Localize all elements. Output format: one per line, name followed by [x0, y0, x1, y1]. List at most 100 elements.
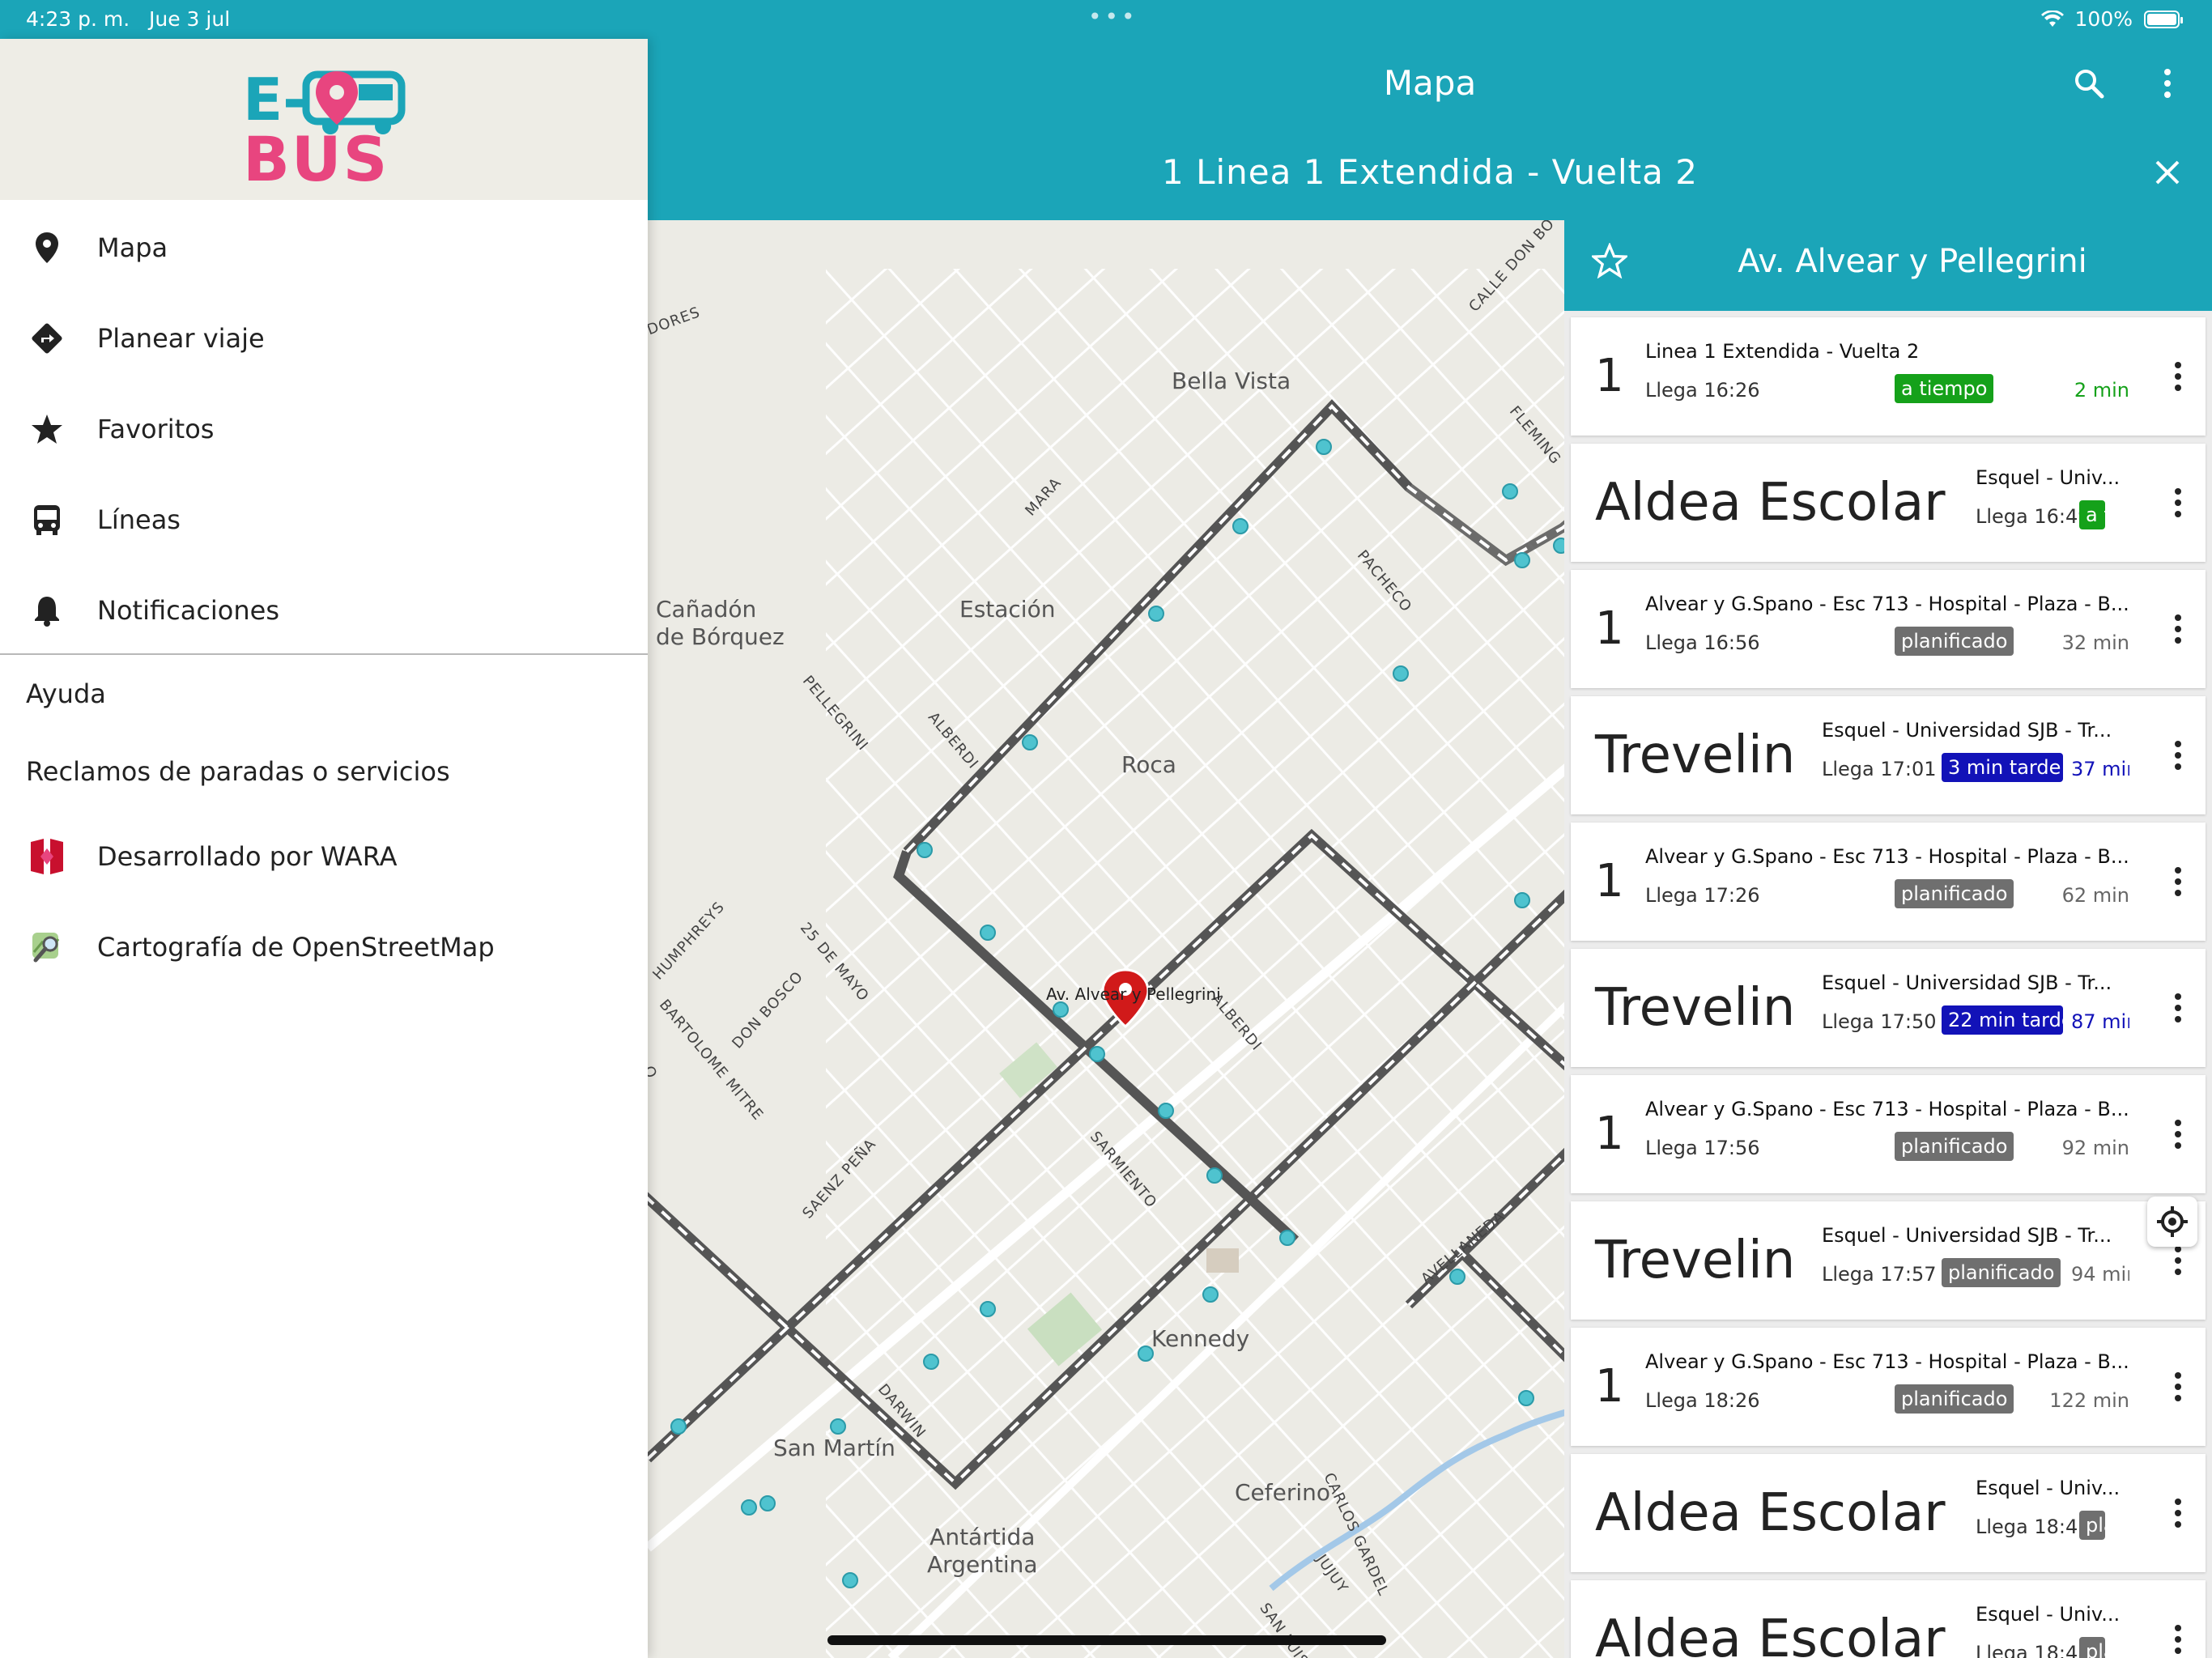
drawer-item-reclamos[interactable]: Reclamos de paradas o servicios: [26, 756, 450, 787]
minutes-until-arrival: 92 min: [2061, 1137, 2129, 1159]
drawer-item-notificaciones[interactable]: Notificaciones: [0, 570, 648, 651]
crosshair-icon: [2157, 1206, 2188, 1237]
status-badge: planificado: [1895, 1132, 2014, 1161]
route-destination: Alvear y G.Spano - Esc 713 - Hospital - …: [1645, 593, 2129, 615]
drawer-item-favoritos[interactable]: Favoritos: [0, 389, 648, 470]
my-location-button[interactable]: [2147, 1197, 2197, 1247]
minutes-until-arrival: 87 min: [2071, 1010, 2129, 1033]
status-bar: 4:23 p. m. Jue 3 jul ••• 100%: [0, 0, 2212, 39]
line-name: Trevelin: [1595, 725, 1796, 785]
drawer-item-label: Planear viaje: [97, 323, 265, 354]
star-icon: [26, 408, 68, 450]
home-indicator[interactable]: [827, 1635, 1386, 1645]
status-badge: planificado: [2079, 1637, 2105, 1658]
close-route-button[interactable]: [2139, 144, 2196, 201]
arrival-card[interactable]: Aldea Escolar Esquel - Univ... Llega 18:48…: [1571, 1580, 2206, 1658]
selected-stop-label: Av. Alvear y Pellegrini: [1046, 984, 1221, 1004]
drawer-item-wara[interactable]: Desarrollado por WARA: [0, 816, 648, 897]
drawer-item-label: Favoritos: [97, 414, 215, 444]
arrival-card[interactable]: 1 Linea 1 Extendida - Vuelta 2 Llega 16:26…: [1571, 317, 2206, 436]
status-badge: planificado: [1895, 1384, 2014, 1414]
arrival-card[interactable]: Aldea Escolar Esquel - Univ... Llega 18:47…: [1571, 1454, 2206, 1572]
search-icon: [2075, 70, 2104, 99]
map-label-area: Kennedy: [1151, 1325, 1250, 1352]
stop-name: Av. Alvear y Pellegrini: [1738, 243, 2087, 280]
arrival-card[interactable]: 1 Alvear y G.Spano - Esc 713 - Hospital -…: [1571, 1328, 2206, 1446]
more-vertical-icon[interactable]: [2162, 735, 2194, 776]
map-pin-icon: [26, 227, 68, 269]
more-vertical-icon[interactable]: [2162, 861, 2194, 902]
arrival-time: Llega 18:26: [1645, 1389, 1760, 1412]
directions-icon: [26, 317, 68, 359]
line-name: Aldea Escolar: [1595, 1609, 1946, 1658]
map-label-area: Antártida Argentina: [927, 1524, 1038, 1578]
bus-icon: [26, 499, 68, 541]
arrival-time: Llega 18:47: [1976, 1516, 2091, 1538]
drawer-item-label: Desarrollado por WARA: [97, 841, 398, 872]
arrival-card[interactable]: 1 Alvear y G.Spano - Esc 713 - Hospital -…: [1571, 570, 2206, 688]
minutes-until-arrival: 62 min: [2061, 884, 2129, 907]
drawer-item-lineas[interactable]: Líneas: [0, 479, 648, 560]
drawer-item-mapa[interactable]: Mapa: [0, 207, 648, 288]
map-label-area: Roca: [1121, 751, 1176, 778]
battery-icon: [2144, 10, 2183, 28]
svg-text:BUS: BUS: [243, 123, 389, 185]
status-badge: a tiempo: [2079, 500, 2105, 529]
arrival-time: Llega 16:26: [1645, 379, 1760, 402]
status-badge: planificado: [1942, 1258, 2061, 1287]
arrival-card[interactable]: 1 Alvear y G.Spano - Esc 713 - Hospital -…: [1571, 823, 2206, 941]
status-badge: 3 min tarde: [1942, 753, 2063, 782]
route-destination: Esquel - Universidad SJB - Tr...: [1822, 1224, 2112, 1247]
more-vertical-icon[interactable]: [2162, 1367, 2194, 1407]
arrival-card[interactable]: Aldea Escolar Esquel - Univ... Llega 16:49…: [1571, 444, 2206, 562]
drawer-item-label: Notificaciones: [97, 595, 280, 626]
arrival-time: Llega 18:48: [1976, 1642, 2091, 1658]
route-destination: Esquel - Universidad SJB - Tr...: [1822, 719, 2112, 742]
drawer-item-label: Cartografía de OpenStreetMap: [97, 932, 495, 963]
arrival-time: Llega 17:01: [1822, 758, 1937, 780]
arrival-time: Llega 17:57: [1822, 1263, 1937, 1286]
drawer-item-label: Mapa: [97, 232, 168, 263]
drawer-item-ayuda[interactable]: Ayuda: [26, 678, 106, 709]
line-name: 1: [1595, 1360, 1624, 1413]
line-name: Trevelin: [1595, 978, 1796, 1038]
route-destination: Esquel - Univ...: [1976, 466, 2121, 489]
more-vertical-icon[interactable]: [2162, 988, 2194, 1028]
navigation-drawer: E- BUS Mapa Planear viaje Favoritos Líne…: [0, 39, 648, 1658]
arrival-card[interactable]: Trevelin Esquel - Universidad SJB - Tr...…: [1571, 1201, 2206, 1320]
drawer-item-osm[interactable]: Cartografía de OpenStreetMap: [0, 907, 648, 988]
more-vertical-icon[interactable]: [2162, 483, 2194, 523]
arrival-time: Llega 17:50: [1822, 1010, 1937, 1033]
wifi-icon: [2040, 10, 2064, 27]
map-label-area: Bella Vista: [1172, 368, 1291, 394]
status-badge: 22 min tarde: [1942, 1005, 2063, 1035]
route-destination: Esquel - Univ...: [1976, 1477, 2121, 1499]
more-vertical-icon[interactable]: [2162, 1114, 2194, 1154]
route-destination: Alvear y G.Spano - Esc 713 - Hospital - …: [1645, 1098, 2129, 1120]
more-vertical-icon[interactable]: [2162, 609, 2194, 649]
overflow-menu-button[interactable]: [2139, 55, 2196, 112]
map-label-area: Ceferino: [1235, 1479, 1331, 1506]
minutes-until-arrival: 94 min: [2071, 1263, 2129, 1286]
minutes-until-arrival: 122 min: [2049, 1389, 2129, 1412]
status-badge: planificado: [2079, 1511, 2105, 1540]
line-name: 1: [1595, 855, 1624, 908]
search-button[interactable]: [2061, 55, 2117, 112]
more-vertical-icon[interactable]: [2162, 1493, 2194, 1533]
wara-logo-icon: [26, 835, 68, 878]
drawer-divider: [0, 653, 648, 655]
more-vertical-icon[interactable]: [2162, 1619, 2194, 1658]
more-vertical-icon: [2164, 69, 2171, 98]
arrival-card[interactable]: Trevelin Esquel - Universidad SJB - Tr...…: [1571, 696, 2206, 814]
multitask-dots-icon[interactable]: •••: [1088, 3, 1138, 30]
arrival-card[interactable]: Trevelin Esquel - Universidad SJB - Tr...…: [1571, 949, 2206, 1067]
arrival-card[interactable]: 1 Alvear y G.Spano - Esc 713 - Hospital -…: [1571, 1075, 2206, 1193]
line-name: 1: [1595, 602, 1624, 655]
osm-logo-icon: [26, 926, 68, 968]
stop-header: Av. Alvear y Pellegrini: [1564, 220, 2212, 311]
more-vertical-icon[interactable]: [2162, 356, 2194, 397]
drawer-item-label: Líneas: [97, 504, 181, 535]
drawer-item-planear-viaje[interactable]: Planear viaje: [0, 298, 648, 379]
arrival-time: Llega 16:56: [1645, 631, 1760, 654]
map-label-area: San Martín: [773, 1435, 895, 1461]
